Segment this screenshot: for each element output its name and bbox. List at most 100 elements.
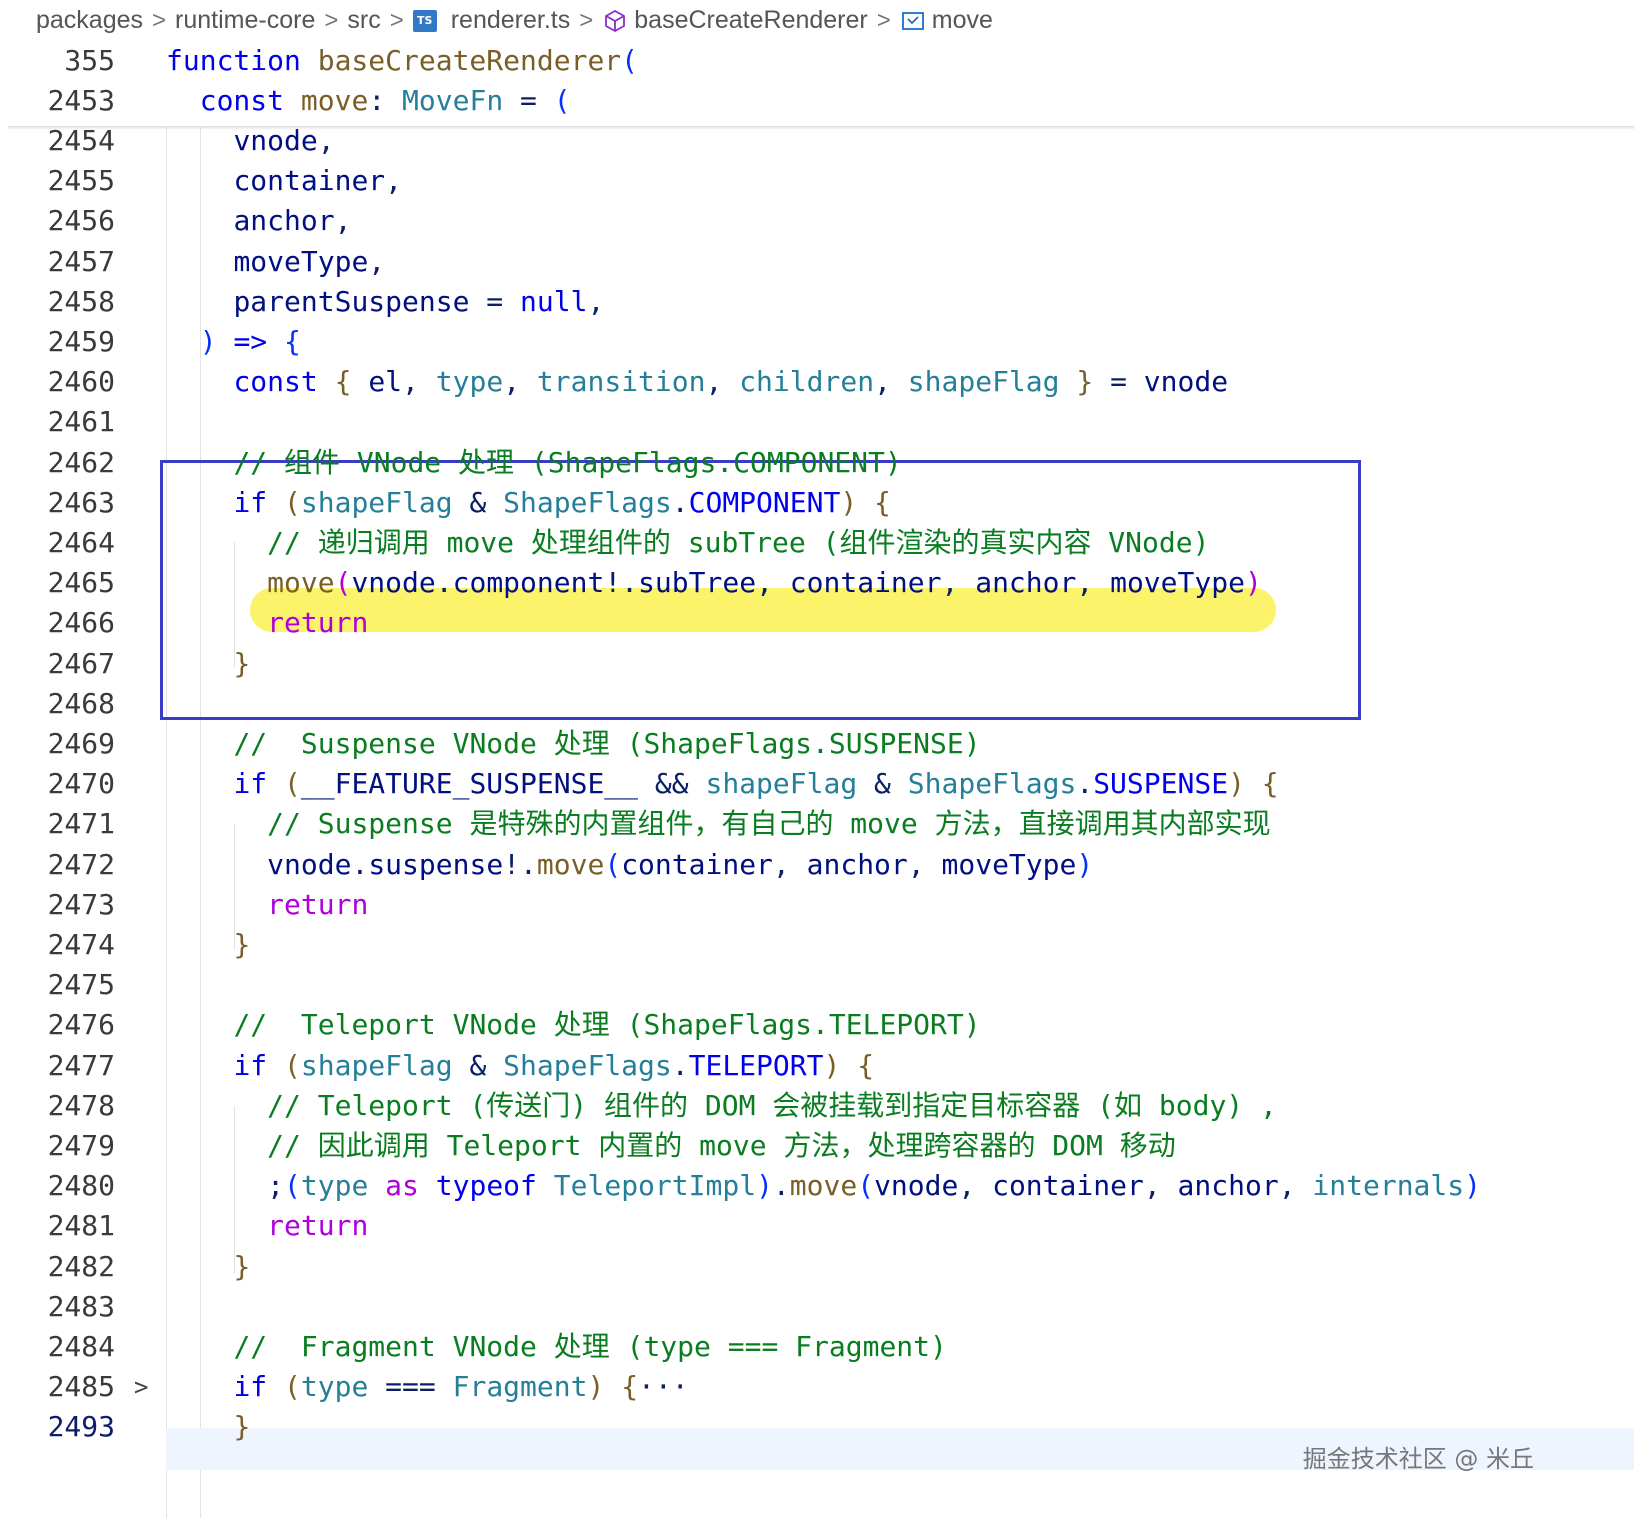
line-number[interactable]: 2467: [0, 643, 115, 685]
code-line[interactable]: 2474 }: [0, 924, 1634, 966]
code-line[interactable]: 2458 parentSuspense = null,: [0, 281, 1634, 323]
code-line[interactable]: 2479 // 因此调用 Teleport 内置的 move 方法，处理跨容器的…: [0, 1125, 1634, 1167]
code-line[interactable]: 2467 }: [0, 643, 1634, 685]
code-token: ,: [334, 204, 352, 238]
code-token: &: [452, 485, 504, 519]
code-line[interactable]: 2460 const { el, type, transition, child…: [0, 361, 1634, 403]
breadcrumb-item-symbol[interactable]: move: [932, 6, 993, 35]
breadcrumb-item-function[interactable]: baseCreateRenderer: [634, 6, 867, 35]
code-line[interactable]: 2459 ) => {: [0, 321, 1634, 363]
line-number[interactable]: 2456: [0, 200, 115, 242]
code-token: SUSPENSE: [1093, 767, 1229, 801]
line-number[interactable]: 2470: [0, 763, 115, 805]
code-line[interactable]: 2457 moveType,: [0, 241, 1634, 283]
code-text: }: [166, 643, 250, 685]
code-line[interactable]: 2482 }: [0, 1246, 1634, 1288]
variable-icon: [900, 8, 926, 34]
code-line[interactable]: 2476 // Teleport VNode 处理 (ShapeFlags.TE…: [0, 1004, 1634, 1046]
code-text: if (type === Fragment) {···: [166, 1366, 688, 1408]
line-number[interactable]: 2483: [0, 1286, 115, 1328]
code-line[interactable]: 2463 if (shapeFlag & ShapeFlags.COMPONEN…: [0, 482, 1634, 524]
code-line[interactable]: 2468: [0, 683, 1634, 725]
line-number[interactable]: 2478: [0, 1085, 115, 1127]
code-line[interactable]: 355 function baseCreateRenderer(: [0, 40, 1634, 82]
code-line[interactable]: 2477 if (shapeFlag & ShapeFlags.TELEPORT…: [0, 1045, 1634, 1087]
code-token: ,: [587, 284, 605, 318]
code-text: // Suspense 是特殊的内置组件，有自己的 move 方法，直接调用其内…: [166, 803, 1270, 845]
line-number[interactable]: 2468: [0, 683, 115, 725]
line-number[interactable]: 2457: [0, 241, 115, 283]
code-token: moveType: [1110, 566, 1245, 600]
code-line[interactable]: 2481 return: [0, 1205, 1634, 1247]
code-token: ,: [368, 244, 386, 278]
code-token: ): [587, 1370, 605, 1404]
code-line[interactable]: 2485 if (type === Fragment) {···: [0, 1366, 1634, 1408]
code-text: if (shapeFlag & ShapeFlags.COMPONENT) {: [166, 482, 890, 524]
code-line[interactable]: 2480 ;(type as typeof TeleportImpl).move…: [0, 1165, 1634, 1207]
line-number[interactable]: 355: [0, 40, 115, 82]
line-number[interactable]: 2462: [0, 442, 115, 484]
breadcrumb-item-packages[interactable]: packages: [36, 6, 143, 35]
line-number[interactable]: 2455: [0, 160, 115, 202]
line-number[interactable]: 2475: [0, 964, 115, 1006]
line-number[interactable]: 2482: [0, 1246, 115, 1288]
line-number[interactable]: 2453: [0, 80, 115, 122]
line-number[interactable]: 2459: [0, 321, 115, 363]
code-line[interactable]: 2462 // 组件 VNode 处理 (ShapeFlags.COMPONEN…: [0, 442, 1634, 484]
line-number[interactable]: 2476: [0, 1004, 115, 1046]
code-token: ): [1244, 566, 1262, 600]
code-token: container: [992, 1169, 1144, 1203]
code-token: .: [435, 566, 453, 600]
code-token: (: [284, 767, 301, 801]
line-number[interactable]: 2473: [0, 884, 115, 926]
line-number[interactable]: 2460: [0, 361, 115, 403]
line-number[interactable]: 2466: [0, 602, 115, 644]
line-number[interactable]: 2464: [0, 522, 115, 564]
code-line[interactable]: 2469 // Suspense VNode 处理 (ShapeFlags.SU…: [0, 723, 1634, 765]
line-number[interactable]: 2469: [0, 723, 115, 765]
line-number[interactable]: 2472: [0, 844, 115, 886]
fold-chevron-icon[interactable]: >: [134, 1366, 148, 1408]
code-line[interactable]: 2466 return: [0, 602, 1634, 644]
code-token: ): [840, 485, 858, 519]
breadcrumb-item-file[interactable]: renderer.ts: [451, 6, 571, 35]
code-line[interactable]: 2455 container,: [0, 160, 1634, 202]
code-line[interactable]: 2472 vnode.suspense!.move(container, anc…: [0, 844, 1634, 886]
breadcrumb-item-runtime-core[interactable]: runtime-core: [175, 6, 315, 35]
line-number[interactable]: 2493: [0, 1406, 115, 1448]
code-line[interactable]: 2465 move(vnode.component!.subTree, cont…: [0, 562, 1634, 604]
line-number[interactable]: 2484: [0, 1326, 115, 1368]
code-token: function: [166, 44, 301, 77]
code-token: (: [553, 84, 571, 117]
code-line[interactable]: 2478 // Teleport (传送门) 组件的 DOM 会被挂载到指定目标…: [0, 1085, 1634, 1127]
sticky-scroll-shadow: [8, 126, 1634, 130]
code-line[interactable]: 2484 // Fragment VNode 处理 (type === Frag…: [0, 1326, 1634, 1368]
line-number[interactable]: 2471: [0, 803, 115, 845]
line-number[interactable]: 2479: [0, 1125, 115, 1167]
line-number[interactable]: 2463: [0, 482, 115, 524]
line-number[interactable]: 2481: [0, 1205, 115, 1247]
code-line[interactable]: 2453 const move: MoveFn = (: [0, 80, 1634, 122]
code-line[interactable]: 2483: [0, 1286, 1634, 1328]
line-number[interactable]: 2461: [0, 401, 115, 443]
line-number[interactable]: 2477: [0, 1045, 115, 1087]
code-line[interactable]: 2473 return: [0, 884, 1634, 926]
code-line[interactable]: 2456 anchor,: [0, 200, 1634, 242]
line-number[interactable]: 2458: [0, 281, 115, 323]
code-line[interactable]: 2470 if (__FEATURE_SUSPENSE__ && shapeFl…: [0, 763, 1634, 805]
code-editor[interactable]: 355 function baseCreateRenderer(2453 cons…: [0, 40, 1634, 1518]
code-line[interactable]: 2461: [0, 401, 1634, 443]
code-token: return: [267, 606, 369, 640]
line-number[interactable]: 2485: [0, 1366, 115, 1408]
line-number[interactable]: 2465: [0, 562, 115, 604]
code-line[interactable]: 2471 // Suspense 是特殊的内置组件，有自己的 move 方法，直…: [0, 803, 1634, 845]
line-number[interactable]: 2474: [0, 924, 115, 966]
code-line[interactable]: 2475: [0, 964, 1634, 1006]
code-token: =: [1093, 365, 1144, 399]
line-number[interactable]: 2480: [0, 1165, 115, 1207]
code-line[interactable]: 2464 // 递归调用 move 处理组件的 subTree (组件渲染的真实…: [0, 522, 1634, 564]
breadcrumb-item-src[interactable]: src: [347, 6, 380, 35]
